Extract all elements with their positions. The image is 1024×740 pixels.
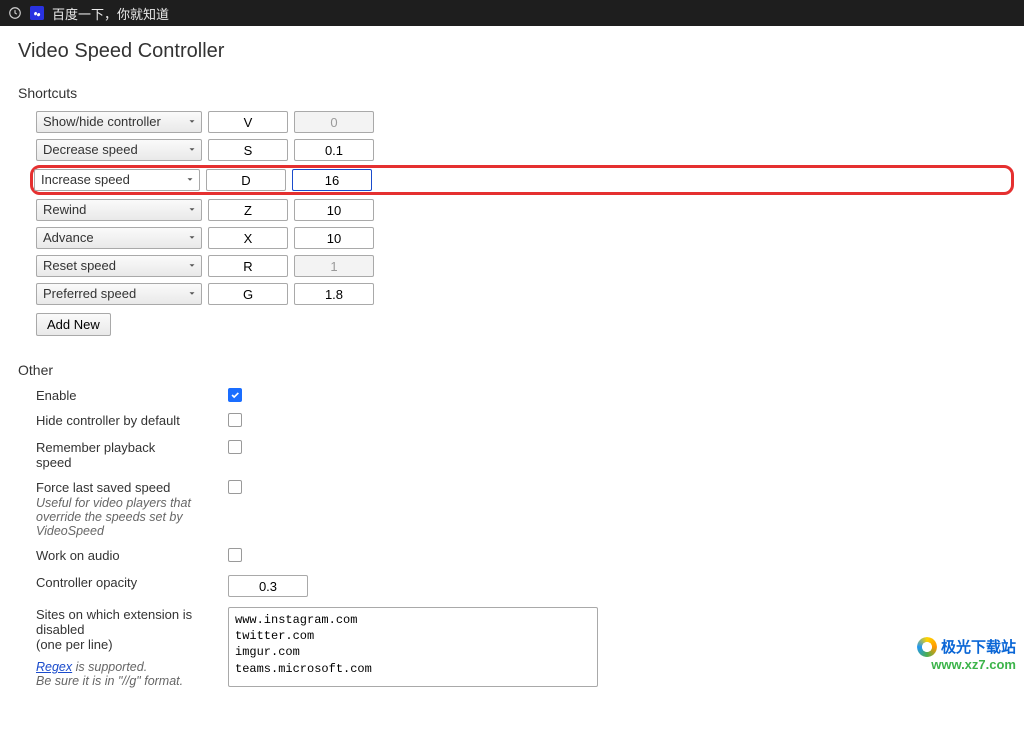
baidu-favicon-icon bbox=[30, 6, 44, 20]
blacklist-hint-1: (one per line) bbox=[36, 637, 113, 652]
work-on-audio-checkbox[interactable] bbox=[228, 548, 242, 562]
watermark-url: www.xz7.com bbox=[917, 657, 1016, 672]
shortcut-key-input[interactable] bbox=[208, 227, 288, 249]
history-icon[interactable] bbox=[8, 6, 22, 20]
shortcut-value-input[interactable] bbox=[294, 227, 374, 249]
shortcut-key-input[interactable] bbox=[208, 111, 288, 133]
shortcut-value-input[interactable] bbox=[294, 139, 374, 161]
browser-tab-title[interactable]: 百度一下，你就知道 bbox=[52, 4, 169, 23]
add-new-button[interactable]: Add New bbox=[36, 313, 111, 336]
remember-speed-label: Remember playback speed bbox=[18, 440, 194, 470]
work-on-audio-label: Work on audio bbox=[18, 548, 194, 563]
shortcut-row: Rewind bbox=[36, 199, 1006, 221]
browser-tab-bar: 百度一下，你就知道 bbox=[0, 0, 1024, 26]
blacklist-textarea[interactable] bbox=[228, 607, 598, 687]
shortcut-value-input[interactable] bbox=[294, 283, 374, 305]
shortcut-row: Preferred speed bbox=[36, 283, 1006, 305]
chevron-down-icon bbox=[187, 115, 197, 130]
chevron-down-icon bbox=[185, 173, 195, 188]
chevron-down-icon bbox=[187, 203, 197, 218]
hide-default-checkbox[interactable] bbox=[228, 413, 242, 427]
shortcuts-heading: Shortcuts bbox=[18, 85, 1006, 101]
enable-checkbox[interactable] bbox=[228, 388, 242, 402]
regex-link[interactable]: Regex bbox=[36, 660, 72, 674]
shortcut-value-input bbox=[294, 255, 374, 277]
chevron-down-icon bbox=[187, 231, 197, 246]
enable-label: Enable bbox=[18, 388, 194, 403]
shortcut-action-select[interactable]: Increase speed bbox=[34, 169, 200, 191]
shortcut-row: Decrease speed bbox=[36, 139, 1006, 161]
shortcut-action-select[interactable]: Rewind bbox=[36, 199, 202, 221]
force-saved-label: Force last saved speed Useful for video … bbox=[18, 480, 194, 538]
shortcut-key-input[interactable] bbox=[208, 283, 288, 305]
controller-opacity-input[interactable] bbox=[228, 575, 308, 597]
hide-default-label: Hide controller by default bbox=[18, 413, 194, 428]
shortcut-value-input bbox=[294, 111, 374, 133]
force-saved-checkbox[interactable] bbox=[228, 480, 242, 494]
shortcut-key-input[interactable] bbox=[206, 169, 286, 191]
force-saved-hint: Useful for video players that override t… bbox=[36, 496, 194, 538]
chevron-down-icon bbox=[187, 143, 197, 158]
shortcut-row: Advance bbox=[36, 227, 1006, 249]
blacklist-label: Sites on which extension is disabled (on… bbox=[18, 607, 194, 688]
shortcut-value-input[interactable] bbox=[292, 169, 372, 191]
watermark: 极光下载站 www.xz7.com bbox=[917, 636, 1016, 672]
regex-hint-2: Be sure it is in "//g" format. bbox=[36, 674, 183, 688]
shortcut-action-select[interactable]: Reset speed bbox=[36, 255, 202, 277]
shortcut-action-select[interactable]: Preferred speed bbox=[36, 283, 202, 305]
watermark-swirl-icon bbox=[917, 637, 937, 657]
page-title: Video Speed Controller bbox=[18, 40, 1006, 63]
shortcut-key-input[interactable] bbox=[208, 139, 288, 161]
chevron-down-icon bbox=[187, 287, 197, 302]
shortcut-key-input[interactable] bbox=[208, 255, 288, 277]
shortcuts-block: Show/hide controller Decrease speed Increa… bbox=[18, 111, 1006, 336]
shortcut-action-select[interactable]: Advance bbox=[36, 227, 202, 249]
shortcut-action-select[interactable]: Decrease speed bbox=[36, 139, 202, 161]
shortcut-row: Increase speed bbox=[32, 167, 1012, 193]
shortcut-action-select[interactable]: Show/hide controller bbox=[36, 111, 202, 133]
shortcut-value-input[interactable] bbox=[294, 199, 374, 221]
other-heading: Other bbox=[18, 362, 1006, 378]
controller-opacity-label: Controller opacity bbox=[18, 575, 194, 590]
remember-speed-checkbox[interactable] bbox=[228, 440, 242, 454]
chevron-down-icon bbox=[187, 259, 197, 274]
shortcut-row: Show/hide controller bbox=[36, 111, 1006, 133]
shortcut-key-input[interactable] bbox=[208, 199, 288, 221]
shortcut-row: Reset speed bbox=[36, 255, 1006, 277]
watermark-site-name: 极光下载站 bbox=[941, 636, 1016, 657]
